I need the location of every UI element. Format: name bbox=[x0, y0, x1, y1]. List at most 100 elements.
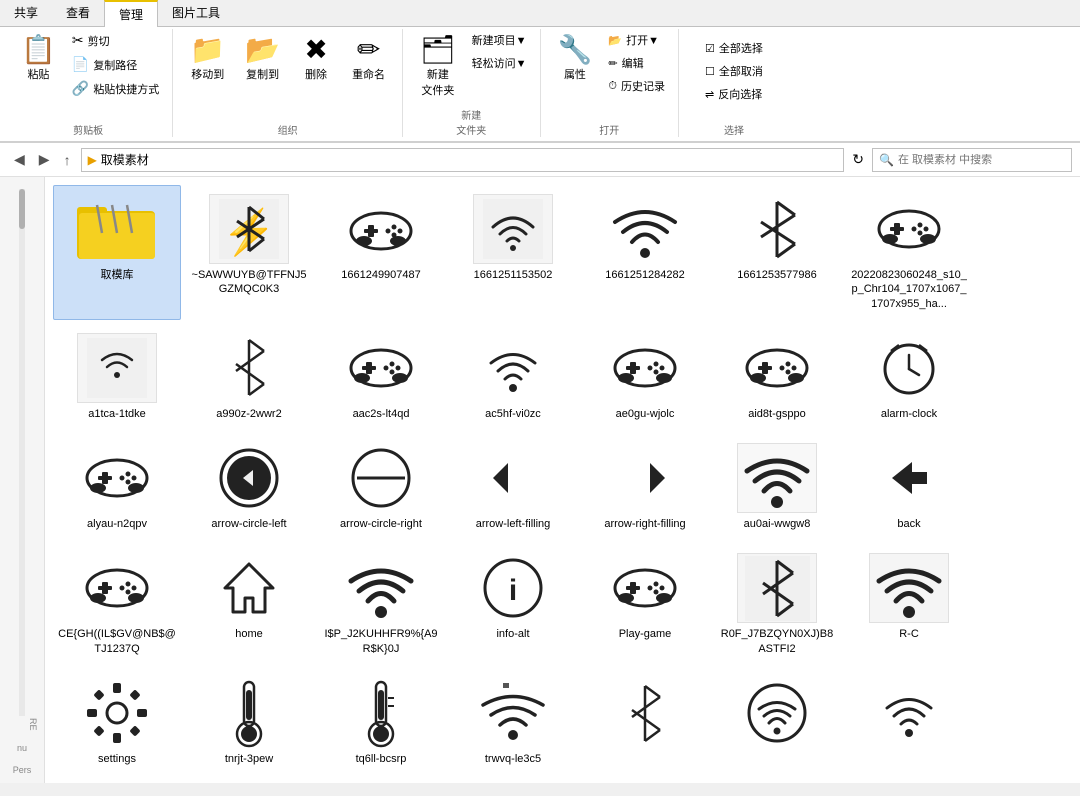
forward-nav-button[interactable]: ▶ bbox=[33, 147, 56, 172]
file-item-12[interactable]: aid8t-gsppo bbox=[713, 324, 841, 430]
up-nav-button[interactable]: ↑ bbox=[58, 147, 77, 172]
file-item-9[interactable]: aac2s-lt4qd bbox=[317, 324, 445, 430]
file-item-34[interactable] bbox=[845, 669, 973, 775]
svg-text:i: i bbox=[508, 574, 516, 607]
search-input[interactable] bbox=[898, 154, 1065, 166]
deselect-all-button[interactable]: ☐ 全部取消 bbox=[700, 60, 768, 82]
back-nav-button[interactable]: ◀ bbox=[8, 147, 31, 172]
file-item-16[interactable]: arrow-circle-right bbox=[317, 434, 445, 540]
file-item-14[interactable]: alyau-n2qpv bbox=[53, 434, 181, 540]
invert-selection-button[interactable]: ⇌ 反向选择 bbox=[700, 83, 768, 105]
file-item-22[interactable]: home bbox=[185, 544, 313, 665]
file-item-3[interactable]: 1661251153502 bbox=[449, 185, 577, 320]
file-item-8[interactable]: a990z-2wwr2 bbox=[185, 324, 313, 430]
delete-button[interactable]: ✖ 删除 bbox=[291, 29, 341, 87]
file-item-7[interactable]: a1tca-1tdke bbox=[53, 324, 181, 430]
open-button[interactable]: 📂 打开▼ bbox=[603, 29, 670, 51]
copy-to-button[interactable]: 📂 复制到 bbox=[236, 29, 289, 87]
tab-share[interactable]: 共享 bbox=[0, 0, 52, 26]
file-item-17[interactable]: arrow-left-filling bbox=[449, 434, 577, 540]
tab-manage[interactable]: 管理 bbox=[104, 0, 158, 27]
open-group: 🔧 属性 📂 打开▼ ✏ 编辑 ⏱ 历史记录 bbox=[541, 29, 679, 137]
file-item-38[interactable] bbox=[449, 779, 577, 783]
tab-view[interactable]: 查看 bbox=[52, 0, 104, 26]
new-folder-icon: 🗂 bbox=[420, 34, 456, 66]
file-icon-1: ⚡ bbox=[209, 194, 289, 264]
properties-button[interactable]: 🔧 属性 bbox=[549, 29, 602, 87]
edit-button[interactable]: ✏ 编辑 bbox=[603, 52, 670, 74]
new-small-group: 新建项目▼ 轻松访问▼ bbox=[467, 29, 532, 74]
file-item-21[interactable]: CE{GH((IL$GV@NB$@TJ1237Q bbox=[53, 544, 181, 665]
file-label-24: info-alt bbox=[496, 627, 529, 641]
file-item-19[interactable]: au0ai-wwgw8 bbox=[713, 434, 841, 540]
rename-icon: ✏ bbox=[357, 34, 380, 66]
sidebar-pin-1[interactable]: RE bbox=[2, 714, 42, 735]
file-item-31[interactable]: trwvq-le3c5 bbox=[449, 669, 577, 775]
file-item-5[interactable]: 1661253577986 bbox=[713, 185, 841, 320]
file-icon-30 bbox=[341, 678, 421, 748]
new-label: 新建 文件夹 bbox=[456, 103, 486, 137]
tab-picture-tools[interactable]: 图片工具 bbox=[158, 0, 234, 26]
file-item-4[interactable]: 1661251284282 bbox=[581, 185, 709, 320]
file-item-37[interactable]: i bbox=[317, 779, 445, 783]
cut-button[interactable]: ✂ 剪切 bbox=[67, 29, 164, 52]
file-item-36[interactable] bbox=[185, 779, 313, 783]
new-folder-button[interactable]: 🗂 新建 文件夹 bbox=[411, 29, 465, 103]
file-icon-11 bbox=[605, 333, 685, 403]
file-item-27[interactable]: R-C bbox=[845, 544, 973, 665]
file-item-folder[interactable]: 取模库 bbox=[53, 185, 181, 320]
file-item-35[interactable] bbox=[53, 779, 181, 783]
file-item-1[interactable]: ⚡ ~SAWWUYB@TFFNJ5GZMQC0K3 bbox=[185, 185, 313, 320]
move-to-button[interactable]: 📁 移动到 bbox=[181, 29, 234, 87]
file-label-19: au0ai-wwgw8 bbox=[744, 517, 811, 531]
easy-access-button[interactable]: 轻松访问▼ bbox=[467, 52, 532, 74]
file-item-33[interactable] bbox=[713, 669, 841, 775]
file-item-10[interactable]: ac5hf-vi0zc bbox=[449, 324, 577, 430]
ribbon-content: 📋 粘贴 ✂ 剪切 📄 复制路径 🔗 粘贴快捷方式 bbox=[0, 27, 1080, 142]
search-box[interactable]: 🔍 bbox=[872, 148, 1072, 172]
open-icon: 📂 bbox=[608, 34, 622, 47]
refresh-button[interactable]: ↻ bbox=[848, 147, 868, 172]
file-item-6[interactable]: 20220823060248_s10_p_Chr104_1707x1067_17… bbox=[845, 185, 973, 320]
file-icon-16 bbox=[341, 443, 421, 513]
file-item-25[interactable]: Play-game bbox=[581, 544, 709, 665]
scroll-thumb[interactable] bbox=[19, 189, 25, 229]
file-item-13[interactable]: alarm-clock bbox=[845, 324, 973, 430]
paste-shortcut-button[interactable]: 🔗 粘贴快捷方式 bbox=[67, 77, 164, 100]
file-icon-20 bbox=[869, 443, 949, 513]
new-item-button[interactable]: 新建项目▼ bbox=[467, 29, 532, 51]
file-item-11[interactable]: ae0gu-wjolc bbox=[581, 324, 709, 430]
file-item-32[interactable] bbox=[581, 669, 709, 775]
address-path[interactable]: ▶ 取模素材 bbox=[81, 148, 845, 172]
edit-icon: ✏ bbox=[608, 57, 617, 70]
select-items: ☑ 全部选择 ☐ 全部取消 ⇌ 反向选择 bbox=[700, 37, 768, 105]
file-grid: 取模库 ⚡ ~SAWWUYB@TFFNJ5GZMQC0 bbox=[53, 185, 1072, 783]
file-item-30[interactable]: tq6ll-bcsrp bbox=[317, 669, 445, 775]
select-all-button[interactable]: ☑ 全部选择 bbox=[700, 37, 768, 59]
history-button[interactable]: ⏱ 历史记录 bbox=[603, 75, 670, 97]
file-area[interactable]: 取模库 ⚡ ~SAWWUYB@TFFNJ5GZMQC0 bbox=[45, 177, 1080, 783]
rename-button[interactable]: ✏ 重命名 bbox=[343, 29, 394, 87]
file-label-6: 20220823060248_s10_p_Chr104_1707x1067_17… bbox=[850, 268, 968, 311]
file-label-16: arrow-circle-right bbox=[340, 517, 422, 531]
file-item-39[interactable] bbox=[581, 779, 709, 783]
clipboard-label: 剪贴板 bbox=[73, 118, 103, 137]
file-item-24[interactable]: i info-alt bbox=[449, 544, 577, 665]
file-item-15[interactable]: arrow-circle-left bbox=[185, 434, 313, 540]
sidebar-pin-2[interactable]: nu bbox=[2, 739, 42, 757]
file-icon-12 bbox=[737, 333, 817, 403]
paste-button[interactable]: 📋 粘贴 bbox=[12, 29, 65, 87]
file-item-23[interactable]: I$P_J2KUHHFR9%{A9R$K}0J bbox=[317, 544, 445, 665]
copy-path-button[interactable]: 📄 复制路径 bbox=[67, 53, 164, 76]
file-item-26[interactable]: R0F_J7BZQYN0XJ)B8ASTFI2 bbox=[713, 544, 841, 665]
file-item-18[interactable]: arrow-right-filling bbox=[581, 434, 709, 540]
scroll-track bbox=[19, 189, 25, 716]
file-label-26: R0F_J7BZQYN0XJ)B8ASTFI2 bbox=[718, 627, 836, 656]
file-item-2[interactable]: 1661249907487 bbox=[317, 185, 445, 320]
sidebar-pin-3[interactable]: Pers bbox=[2, 761, 42, 779]
file-label-27: R-C bbox=[899, 627, 919, 641]
deselect-all-icon: ☐ bbox=[705, 65, 715, 78]
file-item-28[interactable]: settings bbox=[53, 669, 181, 775]
file-item-20[interactable]: back bbox=[845, 434, 973, 540]
file-item-29[interactable]: tnrjt-3pew bbox=[185, 669, 313, 775]
